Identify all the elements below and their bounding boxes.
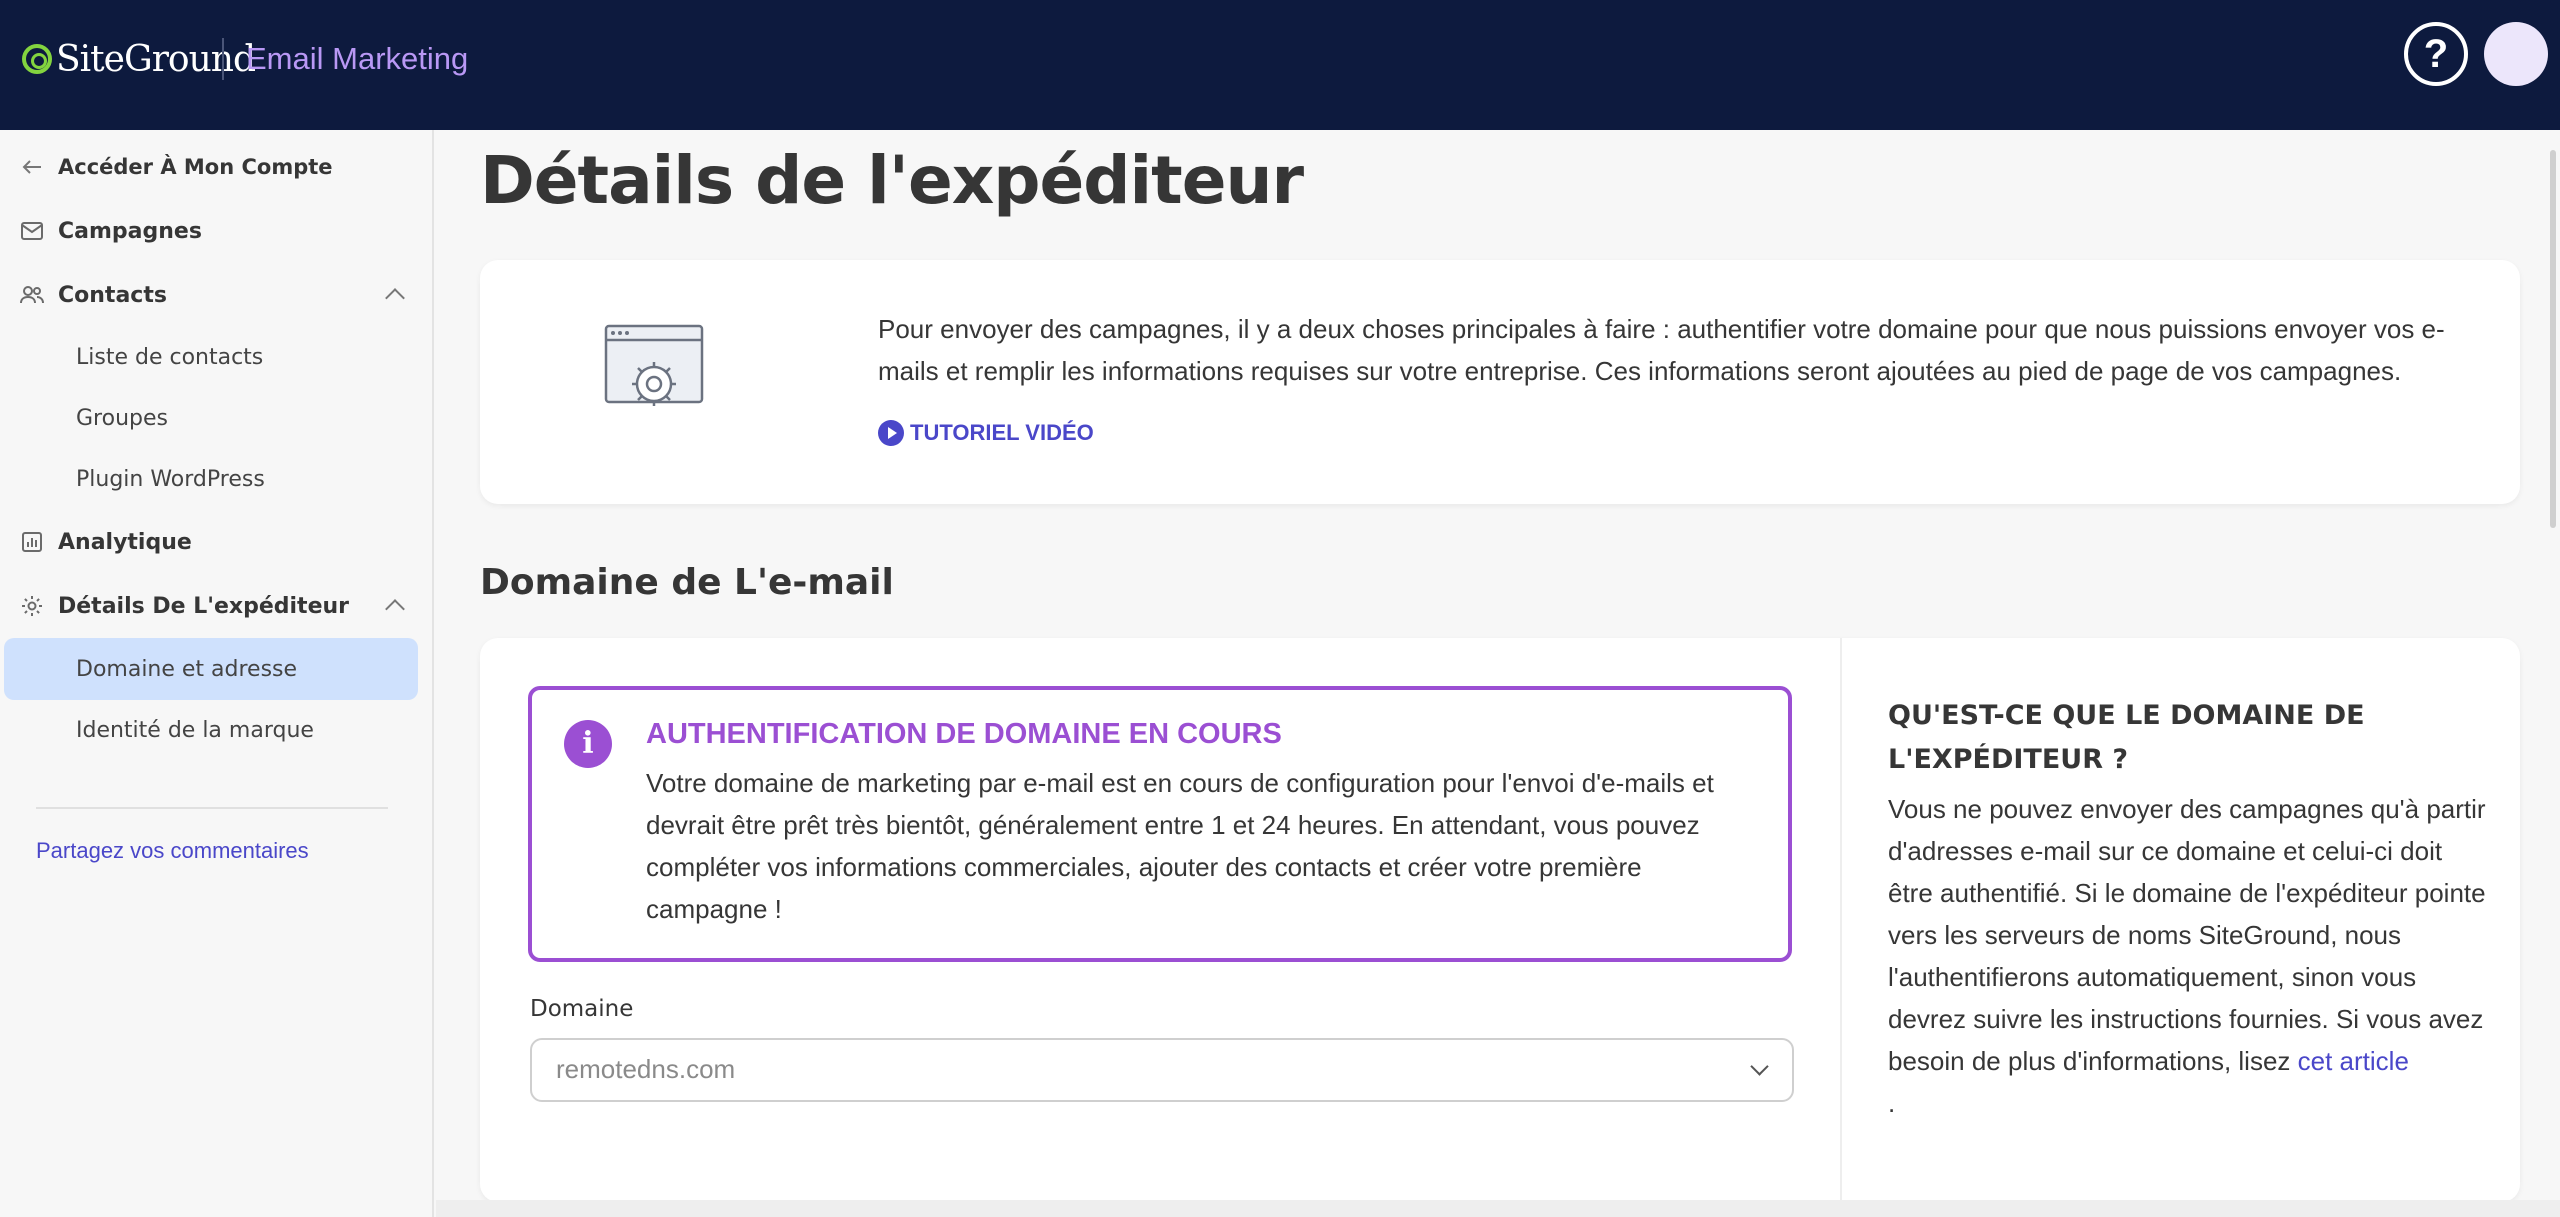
- browser-settings-illustration-icon: [604, 324, 704, 414]
- gear-icon: [20, 594, 44, 618]
- sidebar-item-domaine-et-adresse[interactable]: Domaine et adresse: [4, 638, 418, 700]
- sidebar: Accéder À Mon Compte Campagnes Contacts …: [0, 130, 434, 1217]
- card-divider: [1840, 638, 1842, 1202]
- domain-card: i AUTHENTIFICATION DE DOMAINE EN COURS V…: [480, 638, 2520, 1202]
- sidebar-item-contacts[interactable]: Contacts: [0, 269, 434, 321]
- sidebar-item-details-expediteur[interactable]: Détails De L'expéditeur: [0, 580, 434, 632]
- alert-body: Votre domaine de marketing par e-mail es…: [646, 768, 1714, 924]
- sidebar-item-label: Contacts: [58, 282, 167, 308]
- help-button[interactable]: ?: [2404, 22, 2468, 86]
- sidebar-subitem-label: Groupes: [76, 405, 168, 431]
- sidebar-item-label: Détails De L'expéditeur: [58, 593, 349, 619]
- siteground-logo[interactable]: SiteGround: [22, 36, 256, 82]
- alert-title: AUTHENTIFICATION DE DOMAINE EN COURS: [646, 718, 1282, 750]
- info-body-trailing: .: [1888, 1088, 1896, 1118]
- avatar[interactable]: [2484, 22, 2548, 86]
- sidebar-item-analytique[interactable]: Analytique: [0, 516, 434, 568]
- info-body: Vous ne pouvez envoyer des campagnes qu'…: [1888, 788, 2488, 1124]
- sidebar-subitem-label: Liste de contacts: [76, 344, 264, 370]
- play-icon: [878, 420, 904, 446]
- domain-field-label: Domaine: [530, 996, 634, 1022]
- info-title: QU'EST-CE QUE LE DOMAINE DE L'EXPÉDITEUR…: [1888, 700, 2365, 775]
- intro-text: Pour envoyer des campagnes, il y a deux …: [878, 314, 2445, 386]
- header-divider: [222, 38, 224, 80]
- help-icon: ?: [2423, 32, 2449, 76]
- domain-select-value: remotedns.com: [556, 1054, 736, 1084]
- sidebar-item-label: Campagnes: [58, 218, 202, 244]
- sidebar-item-plugin-wordpress[interactable]: Plugin WordPress: [4, 448, 418, 510]
- section-title: Domaine de L'e-mail: [480, 562, 894, 603]
- sidebar-item-identite-marque[interactable]: Identité de la marque: [4, 699, 418, 761]
- sidebar-subitem-label: Domaine et adresse: [76, 656, 298, 682]
- page-bottom-band: [436, 1200, 2560, 1217]
- sidebar-item-groupes[interactable]: Groupes: [4, 387, 418, 449]
- video-tutorial-label: TUTORIEL VIDÉO: [910, 420, 1094, 445]
- domain-auth-alert: i AUTHENTIFICATION DE DOMAINE EN COURS V…: [528, 686, 1792, 962]
- domain-select[interactable]: remotedns.com: [530, 1038, 1794, 1102]
- main-content: Détails de l'expéditeur Pour envoyer des…: [436, 130, 2560, 1217]
- info-icon: i: [564, 720, 612, 768]
- sidebar-item-liste-de-contacts[interactable]: Liste de contacts: [4, 326, 418, 388]
- chevron-up-icon[interactable]: [385, 288, 405, 308]
- intro-card: Pour envoyer des campagnes, il y a deux …: [480, 260, 2520, 504]
- back-to-account-link[interactable]: Accéder À Mon Compte: [0, 141, 434, 193]
- feedback-link[interactable]: Partagez vos commentaires: [36, 838, 309, 864]
- back-label: Accéder À Mon Compte: [58, 155, 333, 179]
- siteground-logo-icon: [22, 44, 52, 74]
- top-bar: SiteGround Email Marketing ?: [0, 0, 2560, 130]
- product-name: Email Marketing: [246, 41, 469, 76]
- chevron-down-icon: [1750, 1057, 1769, 1076]
- envelope-icon: [20, 219, 44, 243]
- info-body-text: Vous ne pouvez envoyer des campagnes qu'…: [1888, 794, 2486, 1076]
- users-icon: [20, 283, 44, 307]
- arrow-left-icon: [20, 155, 44, 179]
- sidebar-subitem-label: Identité de la marque: [76, 717, 314, 743]
- chevron-up-icon[interactable]: [385, 599, 405, 619]
- sidebar-item-label: Analytique: [58, 529, 192, 555]
- chart-icon: [20, 530, 44, 554]
- sidebar-item-campagnes[interactable]: Campagnes: [0, 205, 434, 257]
- logo-text: SiteGround: [56, 38, 256, 80]
- scrollbar[interactable]: [2550, 150, 2556, 528]
- article-link[interactable]: cet article: [2298, 1046, 2409, 1076]
- video-tutorial-link[interactable]: TUTORIEL VIDÉO: [878, 420, 1094, 446]
- sidebar-divider: [36, 807, 388, 809]
- page-title: Détails de l'expéditeur: [480, 142, 1304, 219]
- sidebar-subitem-label: Plugin WordPress: [76, 466, 265, 492]
